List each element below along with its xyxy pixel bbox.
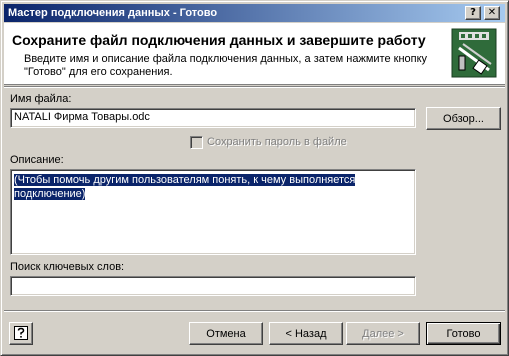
data-connection-icon xyxy=(451,28,497,78)
back-button[interactable]: < Назад xyxy=(269,322,343,345)
help-button[interactable]: ? xyxy=(465,6,481,20)
wizard-window: Мастер подключения данных - Готово ? ✕ С… xyxy=(0,0,509,356)
save-password-label: Сохранить пароль в файле xyxy=(207,136,347,148)
filename-input[interactable]: NATALI Фирма Товары.odc xyxy=(10,108,416,128)
footer-separator xyxy=(4,310,505,312)
finish-button[interactable]: Готово xyxy=(426,322,501,345)
keywords-label: Поиск ключевых слов: xyxy=(10,261,125,273)
save-password-checkbox[interactable] xyxy=(190,136,203,149)
filename-label: Имя файла: xyxy=(10,93,71,105)
header-description: Введите имя и описание файла подключения… xyxy=(24,53,428,78)
header-title: Сохраните файл подключения данных и заве… xyxy=(12,32,426,48)
close-button[interactable]: ✕ xyxy=(484,6,500,20)
wizard-header: Сохраните файл подключения данных и заве… xyxy=(4,23,505,85)
browse-button[interactable]: Обзор... xyxy=(426,107,501,130)
keywords-input[interactable] xyxy=(10,276,416,296)
context-help-button[interactable] xyxy=(9,322,33,345)
description-selected-text: (Чтобы помочь другим пользователям понят… xyxy=(14,174,356,200)
window-title: Мастер подключения данных - Готово xyxy=(8,7,218,19)
title-bar[interactable]: Мастер подключения данных - Готово ? ✕ xyxy=(4,4,505,22)
header-separator xyxy=(4,86,505,88)
context-help-icon xyxy=(14,326,28,340)
filename-label-text: Имя файла: xyxy=(10,93,72,105)
cancel-button[interactable]: Отмена xyxy=(189,322,263,345)
description-label: Описание: xyxy=(10,154,64,166)
description-textarea[interactable]: (Чтобы помочь другим пользователям понят… xyxy=(10,169,416,255)
close-icon: ✕ xyxy=(487,7,497,18)
help-icon: ? xyxy=(470,7,476,18)
next-button[interactable]: Далее > xyxy=(346,322,420,345)
